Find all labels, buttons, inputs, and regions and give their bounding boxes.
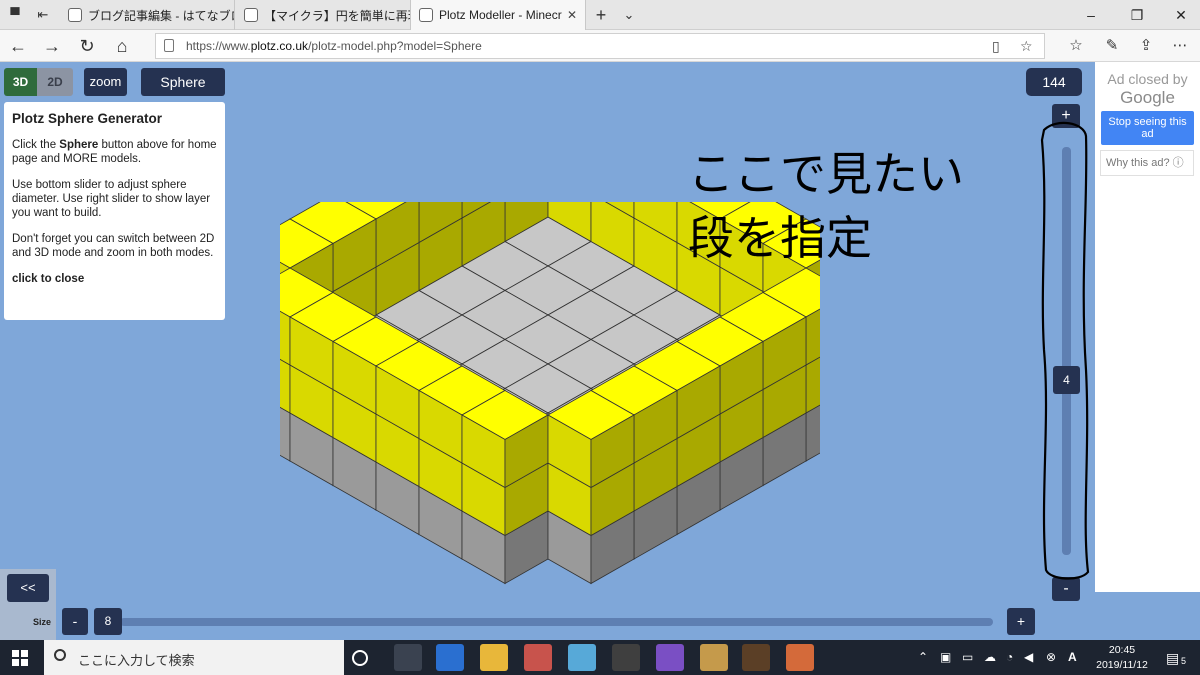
- more-menu-icon[interactable]: ⋯: [1168, 34, 1192, 58]
- tab-minecraft-circle[interactable]: 【マイクラ】円を簡単に再現でき‥: [236, 0, 411, 30]
- favorite-star-icon[interactable]: ☆: [1020, 38, 1033, 55]
- alarm-clock-icon[interactable]: [612, 644, 640, 671]
- ime-icon[interactable]: ⊗: [1046, 650, 1056, 664]
- windows-taskbar: ここに入力して検索 ⌃ ▣ ▭ ☁ ◔ ◀ ⊗ A 20:45 2019/11/…: [0, 640, 1200, 675]
- size-slider-track[interactable]: [120, 618, 993, 626]
- paint-palette-icon[interactable]: [700, 644, 728, 671]
- size-label: Size: [33, 617, 52, 627]
- volume-icon[interactable]: ◀: [1024, 650, 1033, 664]
- page-favicon-icon: [419, 8, 433, 22]
- page-favicon-icon: [244, 8, 258, 22]
- size-plus-button[interactable]: +: [1007, 608, 1035, 635]
- info-p1-bold: Sphere: [59, 139, 99, 151]
- url-text: https://www.plotz.co.uk/plotz-model.php?…: [186, 39, 482, 53]
- info-title: Plotz Sphere Generator: [12, 111, 163, 126]
- info-paragraph-3: Don't forget you can switch between 2D a…: [12, 233, 215, 259]
- info-paragraph-2: Use bottom slider to adjust sphere diame…: [12, 179, 211, 219]
- tab-plotz-modeller[interactable]: Plotz Modeller - Minecr ✕: [411, 0, 586, 30]
- mode-2d-button[interactable]: 2D: [37, 68, 73, 96]
- size-slider-thumb[interactable]: 8: [94, 608, 122, 635]
- search-icon: [54, 649, 66, 661]
- browser-tab-bar: ▀ ⇤ ブログ記事編集 - はてなブログ 【マイクラ】円を簡単に再現でき‥ Pl…: [0, 0, 1200, 30]
- close-window-icon[interactable]: ✕: [1170, 4, 1192, 26]
- notification-count-badge: 5: [1181, 656, 1187, 666]
- highlight-scribble: [1040, 121, 1090, 580]
- back-arrow-icon[interactable]: ←: [6, 34, 30, 58]
- tab-label: 【マイクラ】円を簡単に再現でき‥: [264, 8, 410, 23]
- mode-3d-button[interactable]: 3D: [4, 68, 37, 96]
- lock-icon: [164, 39, 174, 52]
- zoom-button[interactable]: zoom: [84, 68, 127, 96]
- info-panel[interactable]: Plotz Sphere Generator Click the Sphere …: [4, 102, 225, 320]
- url-prefix: https://www.: [186, 39, 251, 53]
- handwritten-annotation: ここで見たい 段を指定: [688, 147, 964, 265]
- tray-chevron-icon[interactable]: ⌃: [918, 650, 928, 664]
- forward-arrow-icon[interactable]: →: [40, 34, 64, 58]
- new-tab-button[interactable]: +: [592, 6, 610, 24]
- stop-seeing-ad-button[interactable]: Stop seeing this ad: [1101, 111, 1194, 145]
- close-tab-icon[interactable]: ✕: [567, 8, 577, 22]
- info-paragraph-1: Click the Sphere button above for home p…: [12, 138, 217, 166]
- refresh-icon[interactable]: ↻: [75, 34, 99, 58]
- clock-date: 2019/11/12: [1096, 659, 1148, 671]
- share-icon[interactable]: ⇪: [1134, 34, 1158, 58]
- app-icon[interactable]: [786, 644, 814, 671]
- ad-panel: Ad closed by Google Stop seeing this ad …: [1095, 62, 1200, 592]
- address-bar: ← → ↻ ⌂ https://www.plotz.co.uk/plotz-mo…: [0, 30, 1200, 62]
- google-logo: Google: [1120, 88, 1175, 107]
- minimize-icon[interactable]: –: [1080, 4, 1102, 26]
- clock-time: 20:45: [1108, 644, 1136, 656]
- edge-browser-icon[interactable]: [436, 644, 464, 671]
- notes-pen-icon[interactable]: ✎: [1100, 34, 1124, 58]
- plotz-page: 3D 2D zoom Sphere 144 Plotz Sphere Gener…: [0, 62, 1200, 640]
- url-path: /plotz-model.php?model=Sphere: [308, 39, 482, 53]
- info-p1-pre: Click the: [12, 139, 60, 151]
- collapse-panel-button[interactable]: <<: [7, 574, 49, 602]
- ime-mode-icon[interactable]: A: [1068, 650, 1077, 664]
- hatena-favicon-icon: [68, 8, 82, 22]
- restore-icon[interactable]: ❐: [1126, 4, 1148, 26]
- file-explorer-icon[interactable]: [480, 644, 508, 671]
- app-icon[interactable]: [568, 644, 596, 671]
- system-clock[interactable]: 20:45 2019/11/12: [1092, 643, 1152, 673]
- search-placeholder: ここに入力して検索: [78, 653, 195, 668]
- url-domain: plotz.co.uk: [250, 39, 309, 53]
- tab-hatena-blog[interactable]: ブログ記事編集 - はてなブログ: [60, 0, 235, 30]
- visual-studio-icon[interactable]: [656, 644, 684, 671]
- onedrive-icon[interactable]: ☁: [984, 650, 996, 664]
- tab-label: Plotz Modeller - Minecr: [439, 8, 562, 22]
- tray-app-icon[interactable]: ▣: [940, 650, 951, 664]
- model-sphere-button[interactable]: Sphere: [141, 68, 225, 96]
- size-minus-button[interactable]: -: [62, 608, 88, 635]
- task-view-icon[interactable]: [394, 644, 422, 671]
- paint-app-icon[interactable]: [524, 644, 552, 671]
- set-aside-tabs-icon[interactable]: ⇤: [34, 6, 52, 24]
- cortana-icon[interactable]: [352, 650, 368, 666]
- tab-actions-icon[interactable]: ▀: [6, 6, 24, 24]
- minecraft-icon[interactable]: [742, 644, 770, 671]
- tab-list-chevron-icon[interactable]: ⌄: [620, 6, 638, 24]
- block-count-badge: 144: [1026, 68, 1082, 96]
- notification-center-icon[interactable]: ▤: [1166, 650, 1179, 667]
- taskbar-search-input[interactable]: ここに入力して検索: [44, 640, 344, 675]
- info-close-link[interactable]: click to close: [12, 272, 217, 286]
- tab-label: ブログ記事編集 - はてなブログ: [88, 8, 234, 23]
- home-icon[interactable]: ⌂: [110, 34, 134, 58]
- url-input[interactable]: https://www.plotz.co.uk/plotz-model.php?…: [155, 33, 1045, 59]
- reading-view-icon[interactable]: ▯: [992, 38, 1000, 55]
- ad-closed-text: Ad closed by: [1107, 71, 1188, 87]
- windows-start-icon[interactable]: [12, 650, 28, 666]
- favorites-hub-icon[interactable]: ☆: [1064, 34, 1088, 58]
- why-this-ad-link[interactable]: Why this ad? ⓘ: [1100, 150, 1194, 176]
- wifi-icon[interactable]: ◔: [1006, 650, 1013, 664]
- battery-icon[interactable]: ▭: [962, 650, 973, 664]
